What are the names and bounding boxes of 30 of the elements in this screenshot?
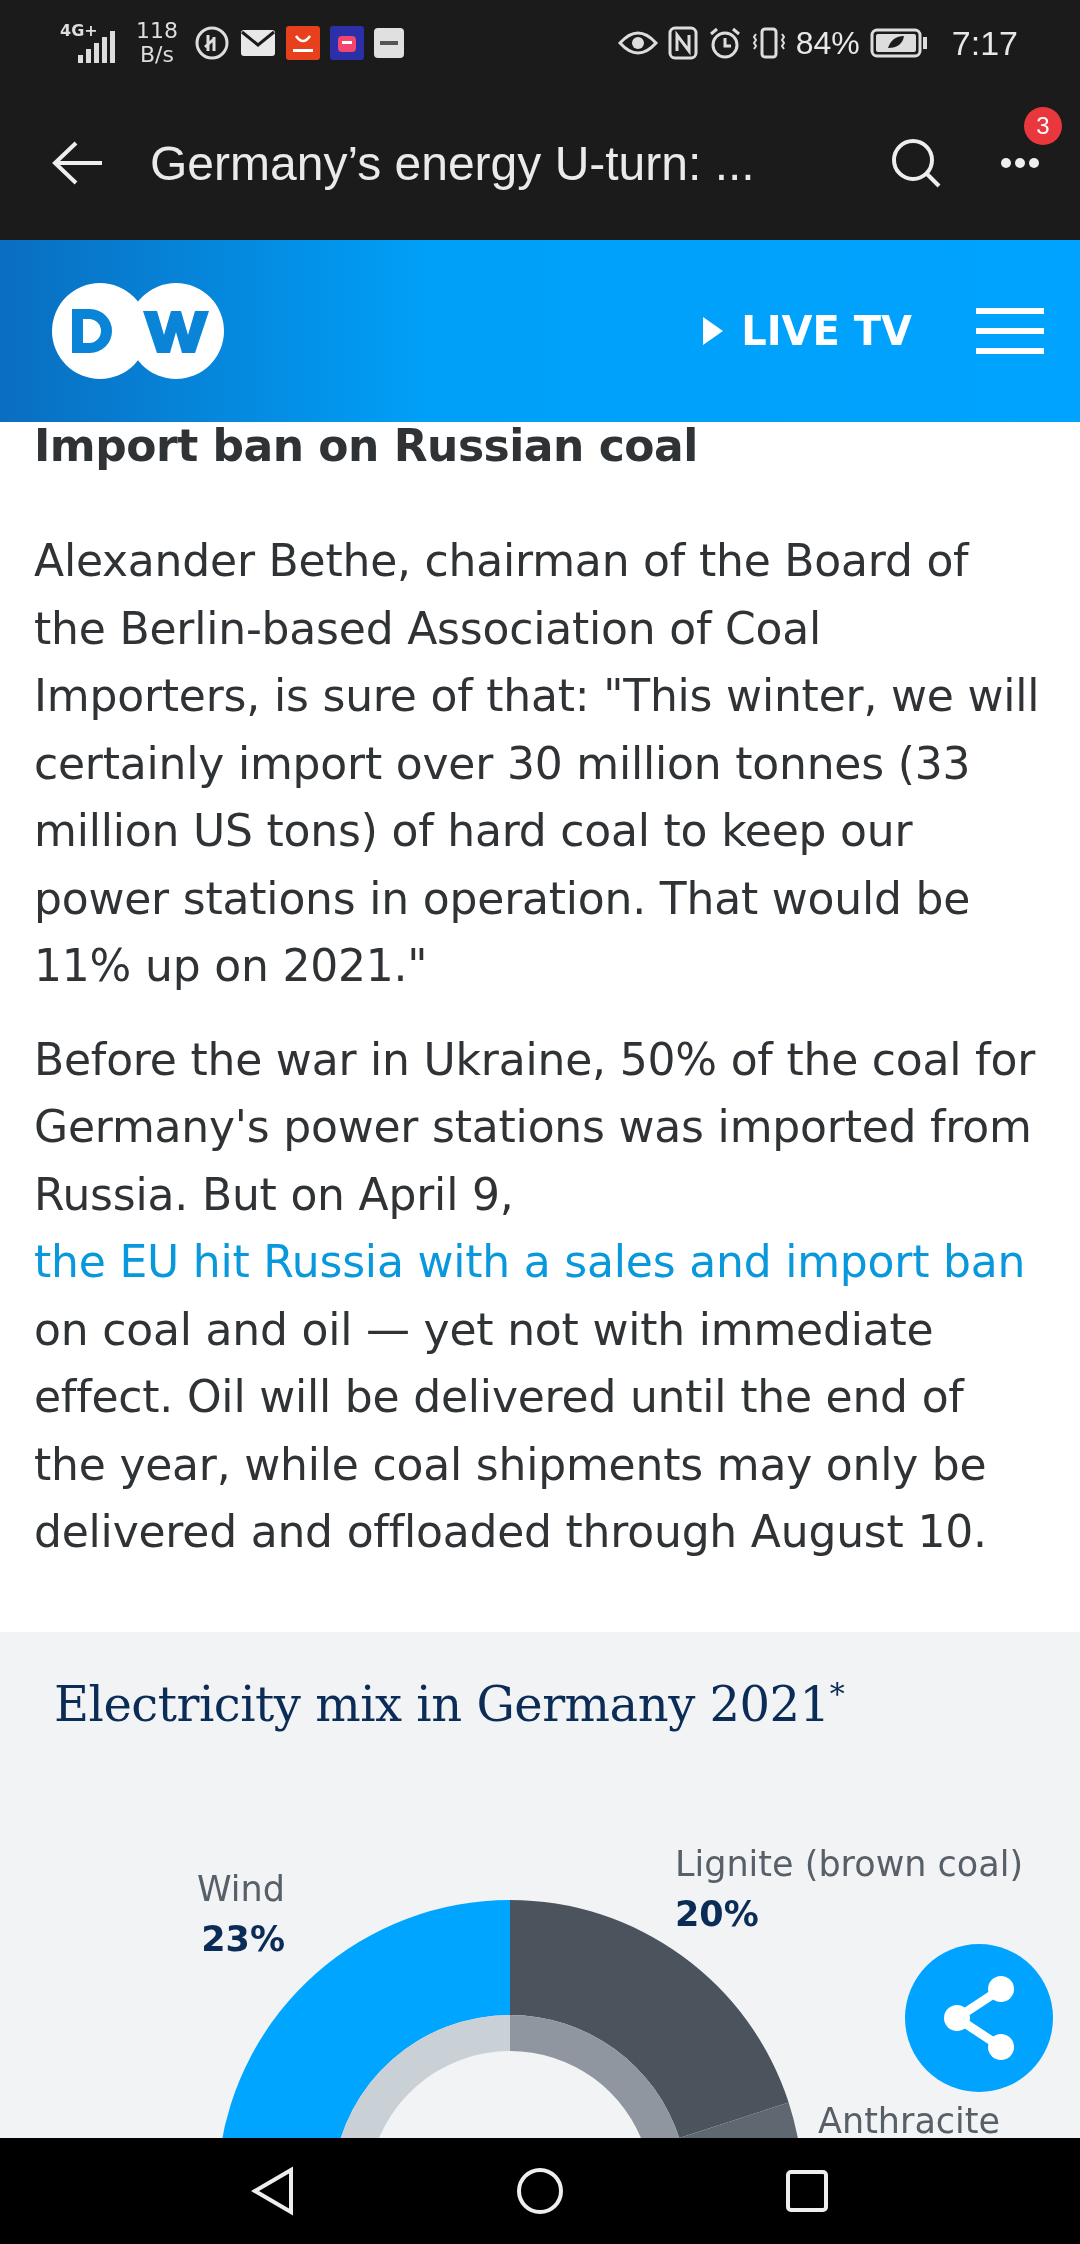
eye-icon [617,30,658,56]
vibrate-icon [751,26,786,60]
more-icon[interactable] [1000,157,1040,169]
recents-icon[interactable] [785,2169,829,2213]
slice-value: 20% [675,1893,759,1934]
speed-value: 118 [136,19,178,43]
battery-icon [869,28,928,58]
back-icon[interactable] [251,2166,295,2216]
paragraph: Alexander Bethe, chairman of the Board of the Berlin-based Association of Coal Importers, is sure of that: "This winter, we will certainly import over 30 million tonnes (33 million US tons) of hard coal to keep our power stations in operation. That would be 11% up on 2021." [34,534,1041,993]
home-icon[interactable] [515,2166,565,2216]
paragraph: Before the war in Ukraine, 50% of the coal for Germany's power stations was imported from Russia. But on April 9, the EU hit Russia with a sales and import ban on coal and oil — yet not with immediate effect. Oil will be delivered until the end of the year, while coal shipments may only be delivered and offloaded through August 10. [34,1032,1037,1559]
menu-icon[interactable] [976,306,1044,356]
network-type: 4G+ [60,21,98,40]
clock: 7:17 [951,23,1018,63]
slice-label: Wind [197,1868,285,1909]
slice-label: Lignite (brown coal) [675,1843,1024,1884]
alarm-icon [707,26,742,60]
dw-logo-icon[interactable] [50,281,226,381]
page-title: Germany’s energy U-turn: ... [150,135,756,191]
slice-label: Anthracite [818,2100,1001,2141]
infographic-title: Electricity mix in Germany 2021$^{*}$ [54,1675,846,1732]
live-tv-button[interactable]: LIVE TV [701,308,912,354]
notification-badge: 3 [1024,107,1062,145]
speed-unit: B/s [140,43,174,67]
nfc-icon [667,26,698,60]
article-link[interactable]: the EU hit Russia with a sales and import ban [34,1236,1026,1287]
slice-value: 23% [201,1918,285,1959]
mail-icon [240,29,276,57]
battery-level: 84% [795,24,860,62]
section-heading: Import ban on Russian coal [34,420,699,471]
